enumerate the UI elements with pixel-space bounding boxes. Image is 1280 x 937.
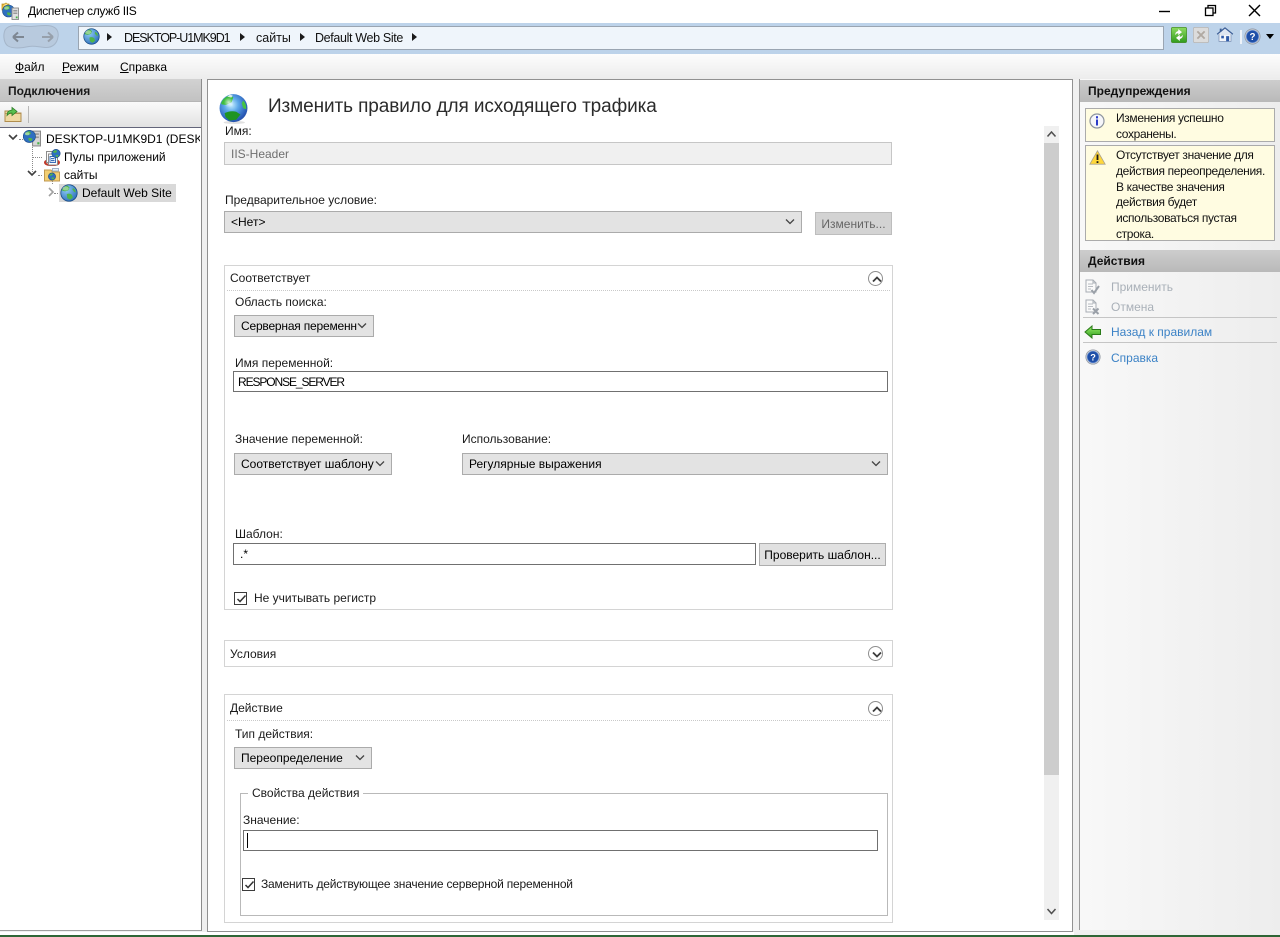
svg-text:?: ? xyxy=(1090,352,1096,362)
svg-text:?: ? xyxy=(1250,32,1256,43)
